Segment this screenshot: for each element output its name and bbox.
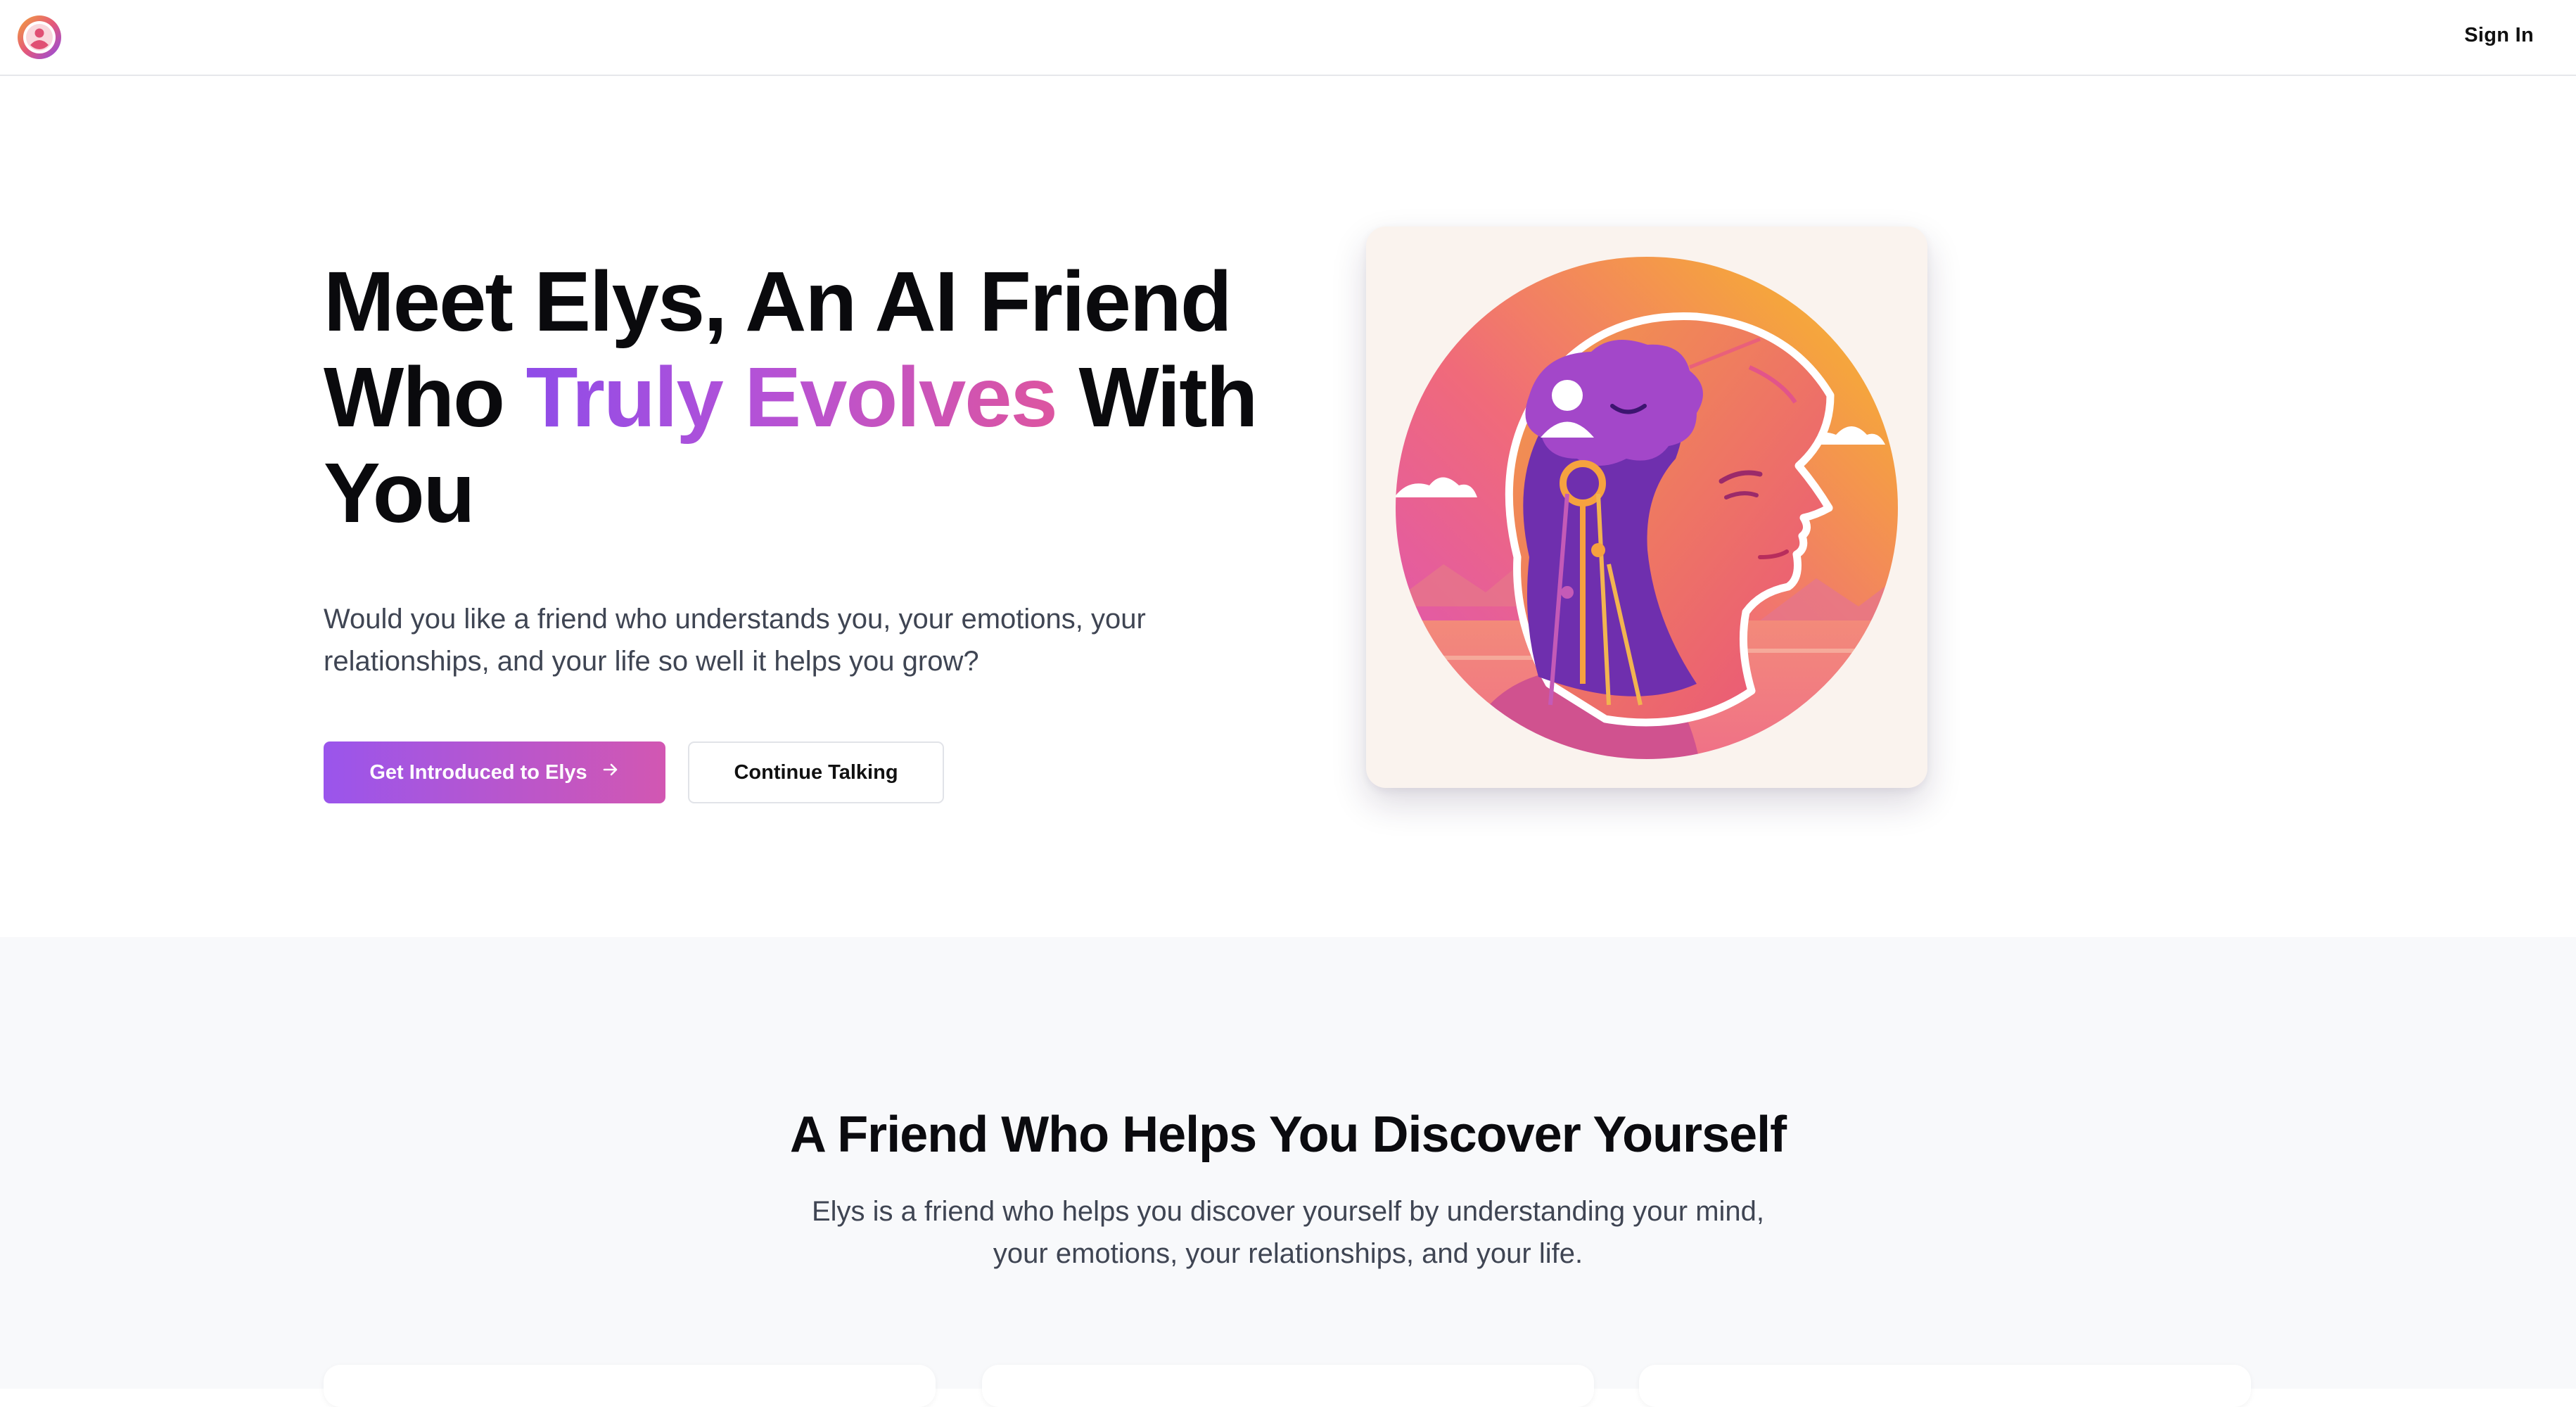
feature-card <box>324 1365 936 1407</box>
hero-title-highlight: Truly Evolves <box>525 349 1058 445</box>
hero-illustration-card <box>1366 227 1927 788</box>
hero-title: Meet Elys, An AI Friend Who Truly Evolve… <box>324 253 1337 540</box>
continue-talking-button[interactable]: Continue Talking <box>688 741 944 803</box>
get-introduced-label: Get Introduced to Elys <box>369 760 587 784</box>
hero-subtitle: Would you like a friend who understands … <box>324 604 1146 677</box>
hero-section: Meet Elys, An AI Friend Who Truly Evolve… <box>0 77 2576 937</box>
arrow-right-icon <box>601 760 620 784</box>
get-introduced-button[interactable]: Get Introduced to Elys <box>324 741 665 803</box>
feature-card <box>1639 1365 2251 1407</box>
features-title: A Friend Who Helps You Discover Yourself <box>789 1107 1787 1163</box>
ai-head-profile-illustration <box>1394 255 1899 760</box>
features-section: A Friend Who Helps You Discover Yourself… <box>0 937 2576 1407</box>
user-circle-logo-icon[interactable] <box>16 14 63 61</box>
sign-in-link[interactable]: Sign In <box>2464 24 2534 47</box>
top-nav: Sign In <box>0 0 2576 76</box>
feature-card <box>982 1365 1594 1407</box>
features-subtitle: Elys is a friend who helps you discover … <box>811 1196 1765 1269</box>
